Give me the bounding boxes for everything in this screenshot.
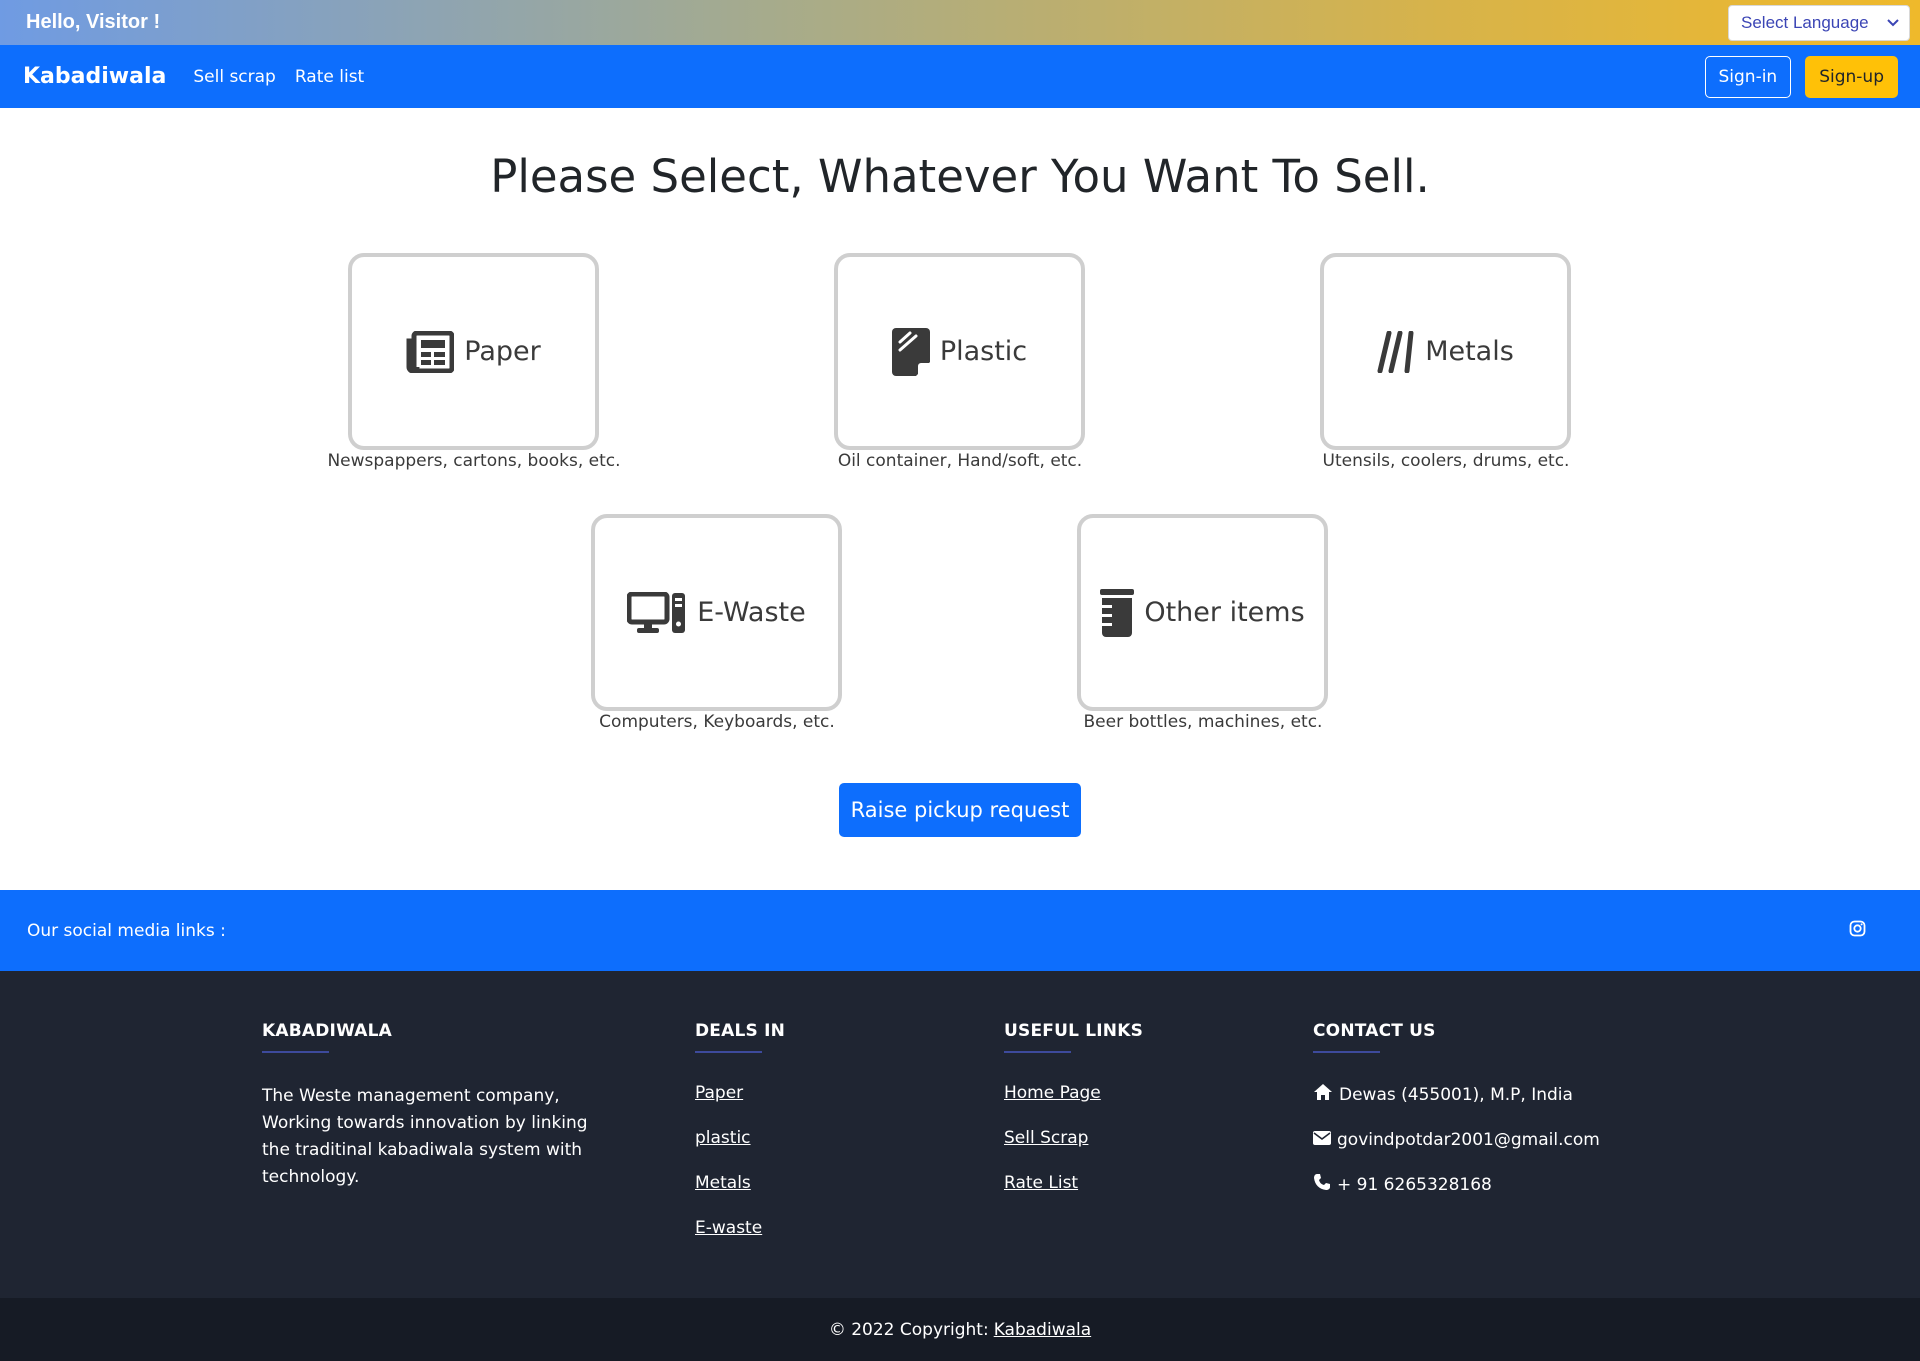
footer-title-divider: [262, 1051, 329, 1053]
rods-icon: [1377, 330, 1415, 373]
social-media-bar: Our social media links :: [0, 890, 1920, 971]
category-card-plastic[interactable]: Plastic: [834, 253, 1085, 450]
signup-button[interactable]: Sign-up: [1805, 55, 1898, 98]
jar-icon: [1100, 588, 1135, 637]
nav-link-rate-list[interactable]: Rate list: [295, 67, 364, 87]
category-card-ewaste[interactable]: E-Waste: [591, 514, 842, 711]
footer-about-title: KABADIWALA: [262, 1021, 393, 1041]
nav-link-sell-scrap[interactable]: Sell scrap: [193, 67, 276, 87]
copyright-link[interactable]: Kabadiwala: [994, 1320, 1091, 1340]
category-label-paper: Paper: [464, 336, 541, 367]
footer-about-section: KABADIWALA The Weste management company,…: [262, 1021, 607, 1191]
contact-phone: + 91 6265328168: [1313, 1173, 1600, 1196]
category-card-metals[interactable]: Metals: [1320, 253, 1571, 450]
page-title: Please Select, Whatever You Want To Sell…: [490, 150, 1430, 203]
newspaper-icon: [406, 330, 455, 373]
footer: KABADIWALA The Weste management company,…: [0, 971, 1920, 1298]
footer-deals-section: DEALS IN Paper plastic Metals E-waste: [695, 1021, 785, 1263]
contact-address-text: Dewas (455001), M.P, India: [1339, 1084, 1573, 1105]
language-select[interactable]: Select Language: [1728, 4, 1910, 41]
footer-useful-title: USEFUL LINKS: [1004, 1021, 1144, 1041]
footer-link-plastic[interactable]: plastic: [695, 1128, 785, 1151]
footer-useful-links-section: USEFUL LINKS Home Page Sell Scrap Rate L…: [1004, 1021, 1143, 1218]
phone-icon: [1313, 1173, 1337, 1196]
main-navbar: Kabadiwala Sell scrap Rate list Sign-in …: [0, 45, 1920, 108]
footer-title-divider: [695, 1051, 762, 1053]
greeting-text: Hello, Visitor !: [26, 11, 161, 33]
main-content: Please Select, Whatever You Want To Sell…: [0, 108, 1920, 890]
category-desc-paper: Newspappers, cartons, books, etc.: [327, 451, 621, 471]
category-desc-other-items: Beer bottles, machines, etc.: [1083, 712, 1323, 732]
note-icon: [891, 327, 930, 376]
contact-address: Dewas (455001), M.P, India: [1313, 1083, 1600, 1106]
contact-email-text[interactable]: govindpotdar2001@gmail.com: [1337, 1130, 1600, 1150]
footer-link-ewaste[interactable]: E-waste: [695, 1218, 785, 1241]
category-card-paper[interactable]: Paper: [348, 253, 599, 450]
footer-link-rate-list[interactable]: Rate List: [1004, 1173, 1143, 1196]
category-desc-ewaste: Computers, Keyboards, etc.: [599, 712, 835, 732]
copyright-text: © 2022 Copyright:: [828, 1319, 989, 1340]
instagram-icon[interactable]: [1849, 920, 1866, 942]
footer-link-home-page[interactable]: Home Page: [1004, 1083, 1143, 1106]
footer-about-text: The Weste management company, Working to…: [262, 1086, 588, 1187]
chevron-down-icon: [1887, 15, 1899, 30]
category-label-metals: Metals: [1425, 336, 1514, 367]
desktop-computer-icon: [627, 591, 687, 634]
brand-logo[interactable]: Kabadiwala: [23, 64, 166, 89]
copyright-bar: © 2022 Copyright: Kabadiwala: [0, 1298, 1920, 1361]
category-desc-plastic: Oil container, Hand/soft, etc.: [837, 451, 1083, 471]
contact-phone-text: + 91 6265328168: [1337, 1174, 1492, 1195]
contact-email: govindpotdar2001@gmail.com: [1313, 1128, 1600, 1151]
footer-deals-title: DEALS IN: [695, 1021, 786, 1041]
footer-contact-section: CONTACT US Dewas (455001), M.P, India go…: [1313, 1021, 1600, 1218]
footer-link-sell-scrap[interactable]: Sell Scrap: [1004, 1128, 1143, 1151]
category-desc-metals: Utensils, coolers, drums, etc.: [1322, 451, 1570, 471]
footer-link-metals[interactable]: Metals: [695, 1173, 785, 1196]
language-select-value: Select Language: [1741, 12, 1869, 32]
home-icon: [1313, 1083, 1339, 1106]
category-label-plastic: Plastic: [939, 336, 1028, 367]
category-label-other-items: Other items: [1144, 597, 1305, 628]
footer-title-divider: [1313, 1051, 1380, 1053]
greeting-bar: Hello, Visitor ! Select Language: [0, 0, 1920, 45]
social-media-label: Our social media links :: [27, 920, 226, 941]
footer-link-paper[interactable]: Paper: [695, 1083, 785, 1106]
footer-title-divider: [1004, 1051, 1071, 1053]
footer-contact-title: CONTACT US: [1313, 1021, 1436, 1041]
category-label-ewaste: E-Waste: [697, 597, 806, 628]
category-card-other-items[interactable]: Other items: [1077, 514, 1328, 711]
raise-pickup-request-button[interactable]: Raise pickup request: [839, 783, 1081, 837]
envelope-icon: [1313, 1130, 1337, 1150]
signin-button[interactable]: Sign-in: [1704, 55, 1792, 98]
